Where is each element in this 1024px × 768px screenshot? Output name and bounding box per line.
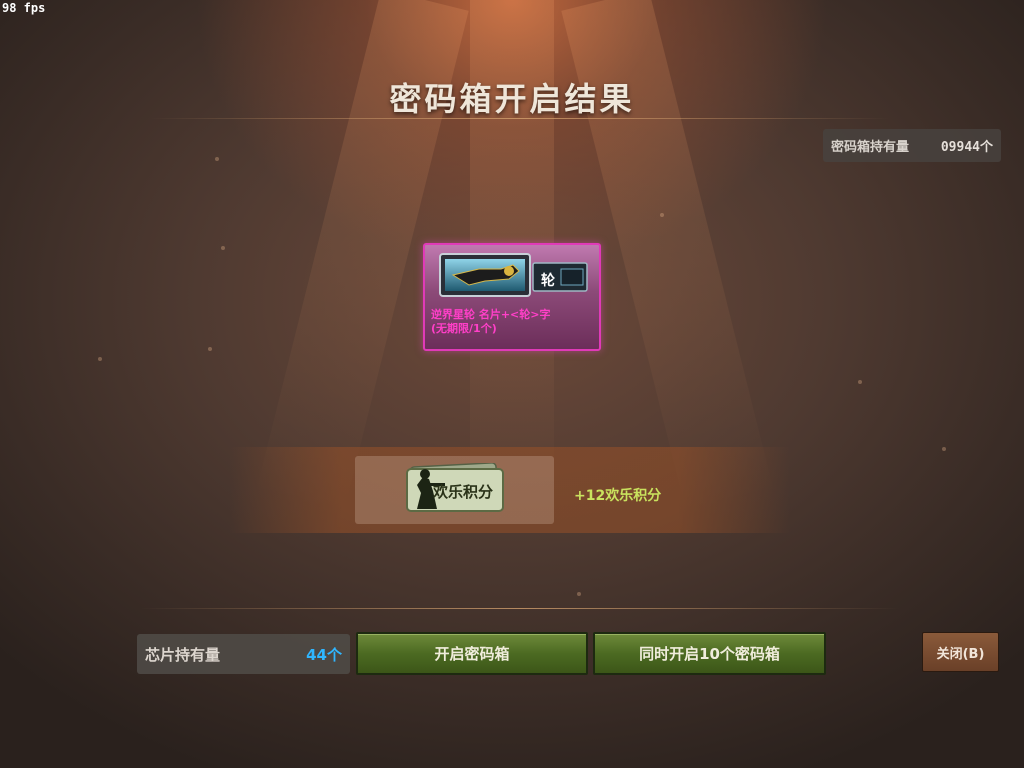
fps-counter: 98 fps xyxy=(2,1,46,15)
dust-particle xyxy=(215,157,219,161)
open-ten-boxes-label: 同时开启10个密码箱 xyxy=(639,645,780,663)
title-divider xyxy=(150,118,890,119)
dust-particle xyxy=(858,380,862,384)
weapon-nameplate-icon xyxy=(439,253,588,297)
dust-particle xyxy=(942,447,946,451)
points-divider xyxy=(140,608,900,609)
dust-particle xyxy=(221,246,225,250)
soldier-card-icon: 欢乐积分 xyxy=(403,463,511,515)
open-ten-boxes-button[interactable]: 同时开启10个密码箱 xyxy=(593,632,826,675)
points-gain-text: +12欢乐积分 xyxy=(574,488,662,504)
box-holding-display: 密码箱持有量 09944个 xyxy=(823,129,1001,162)
reward-name-line2: (无期限/1个) xyxy=(431,322,497,335)
dust-particle xyxy=(208,347,212,351)
close-button[interactable]: 关闭(B) xyxy=(922,632,999,672)
chip-holding-display: 芯片持有量 44个 xyxy=(137,634,350,674)
reward-name-line1: 逆界星轮 名片+<轮>字 xyxy=(431,308,551,321)
open-box-button[interactable]: 开启密码箱 xyxy=(356,632,588,675)
dust-particle xyxy=(660,213,664,217)
reward-item-name: 逆界星轮 名片+<轮>字 (无期限/1个) xyxy=(431,308,601,336)
close-label: 关闭(B) xyxy=(936,646,985,662)
page-title: 密码箱开启结果 xyxy=(389,80,635,118)
reward-item-card[interactable]: 轮 逆界星轮 名片+<轮>字 (无期限/1个) xyxy=(423,243,601,351)
dust-particle xyxy=(98,357,102,361)
reward-tag-char: 轮 xyxy=(541,273,555,289)
box-holding-label: 密码箱持有量 xyxy=(831,140,910,155)
box-holding-value: 09944个 xyxy=(940,140,993,155)
chip-holding-value: 44个 xyxy=(306,645,342,664)
dust-particle xyxy=(577,592,581,596)
points-badge-text: 欢乐积分 xyxy=(433,483,494,501)
open-box-label: 开启密码箱 xyxy=(434,645,510,663)
chip-holding-label: 芯片持有量 xyxy=(145,645,221,664)
